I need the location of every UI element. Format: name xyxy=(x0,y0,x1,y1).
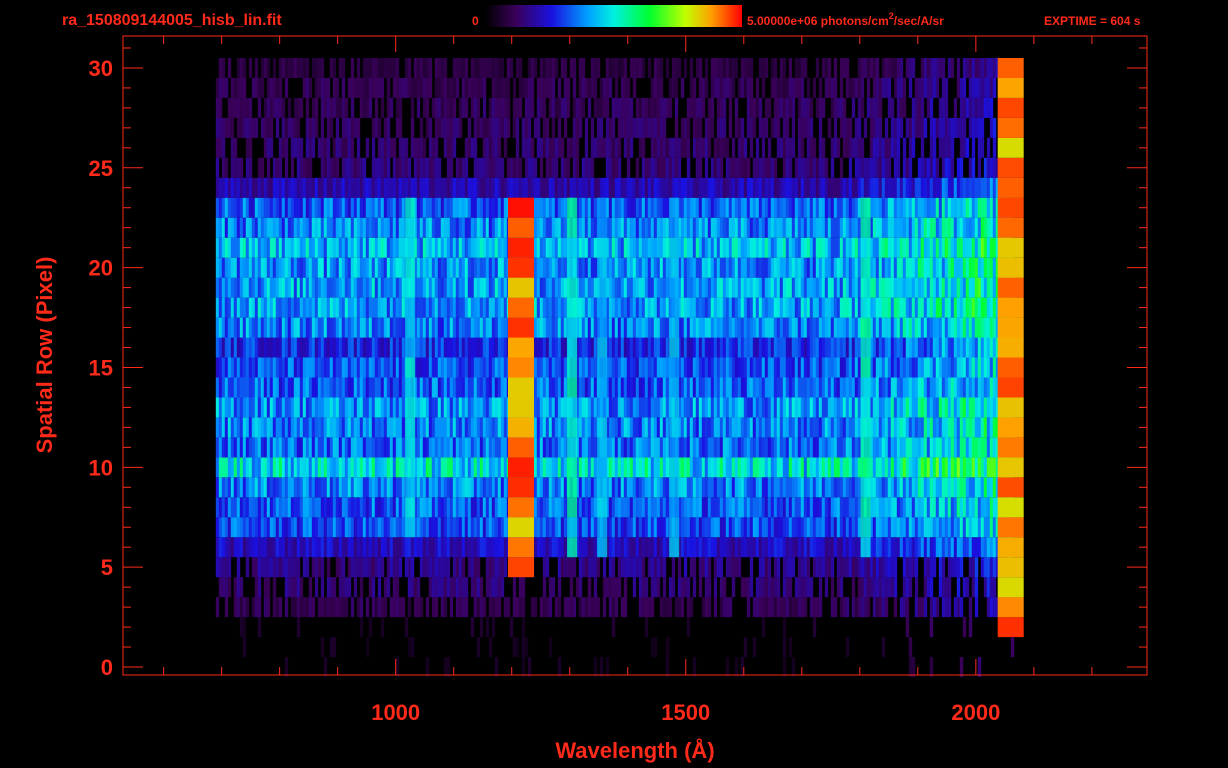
colorbar-min-label: 0 xyxy=(472,14,479,28)
tick-label: 10 xyxy=(89,455,113,480)
heatmap-row xyxy=(215,497,1015,518)
colorbar-max-label: 5.00000e+06 photons/cm2/sec/A/sr xyxy=(747,11,944,28)
heatmap-row xyxy=(215,397,1015,418)
heatmap-row xyxy=(215,217,1015,238)
emission-line xyxy=(597,197,608,558)
y-axis-label: Spatial Row (Pixel) xyxy=(32,257,57,454)
heatmap-row xyxy=(215,437,1015,458)
tick-label: 1500 xyxy=(661,700,710,725)
heatmap-row xyxy=(215,557,1015,578)
emission-line xyxy=(567,197,578,558)
tick-label: 20 xyxy=(89,256,113,281)
tick-label: 25 xyxy=(89,156,113,181)
emission-line xyxy=(997,58,1024,638)
heatmap-row xyxy=(215,357,1015,378)
heatmap-row xyxy=(215,177,1015,198)
colorbar-max-value: 5.00000e+06 photons/cm xyxy=(747,14,889,28)
heatmap-row xyxy=(215,277,1015,298)
colorbar-unit-tail: /sec/A/sr xyxy=(894,14,944,28)
heatmap-row xyxy=(239,617,1009,638)
heatmap-row xyxy=(215,317,1015,338)
spectrum-image-chart: ra_150809144005_hisb_lin.fit 0 5.00000e+… xyxy=(32,5,1148,763)
heatmap-row xyxy=(215,237,1015,258)
emission-line xyxy=(860,197,871,558)
heatmap-row xyxy=(215,457,1015,478)
emission-line xyxy=(669,197,680,558)
heatmap-row xyxy=(215,97,994,118)
heatmap-row xyxy=(215,517,1015,538)
heatmap-row xyxy=(215,377,1015,398)
colorbar xyxy=(485,5,742,27)
heatmap-row xyxy=(215,337,1015,358)
heatmap-row xyxy=(215,297,1015,318)
tick-label: 2000 xyxy=(951,700,1000,725)
x-axis-label: Wavelength (Å) xyxy=(555,737,714,763)
heatmap-layer xyxy=(215,58,1015,677)
tick-label: 30 xyxy=(89,56,113,81)
heatmap-row xyxy=(215,597,1015,618)
file-name: ra_150809144005_hisb_lin.fit xyxy=(62,12,282,29)
tick-label: 0 xyxy=(101,655,113,680)
heatmap-row xyxy=(215,157,1015,178)
tick-label: 5 xyxy=(101,555,113,580)
tick-label: 1000 xyxy=(371,700,420,725)
heatmap-row xyxy=(215,477,1015,498)
heatmap-row xyxy=(215,257,1015,278)
heatmap-row xyxy=(215,137,1012,158)
tick-label: 15 xyxy=(89,355,113,380)
heatmap-row xyxy=(215,537,1015,558)
emission-line xyxy=(405,197,416,538)
heatmap-row xyxy=(215,197,1015,218)
emission-line xyxy=(508,197,534,578)
heatmap-row xyxy=(215,417,1015,438)
heatmap-row xyxy=(218,58,1015,78)
heatmap-row xyxy=(242,637,1015,658)
heatmap-row xyxy=(215,117,1015,138)
exposure-time: EXPTIME = 604 s xyxy=(1044,14,1141,28)
heatmap-row xyxy=(218,577,1015,598)
heatmap-row xyxy=(284,657,982,677)
heatmap-row xyxy=(215,77,1015,98)
